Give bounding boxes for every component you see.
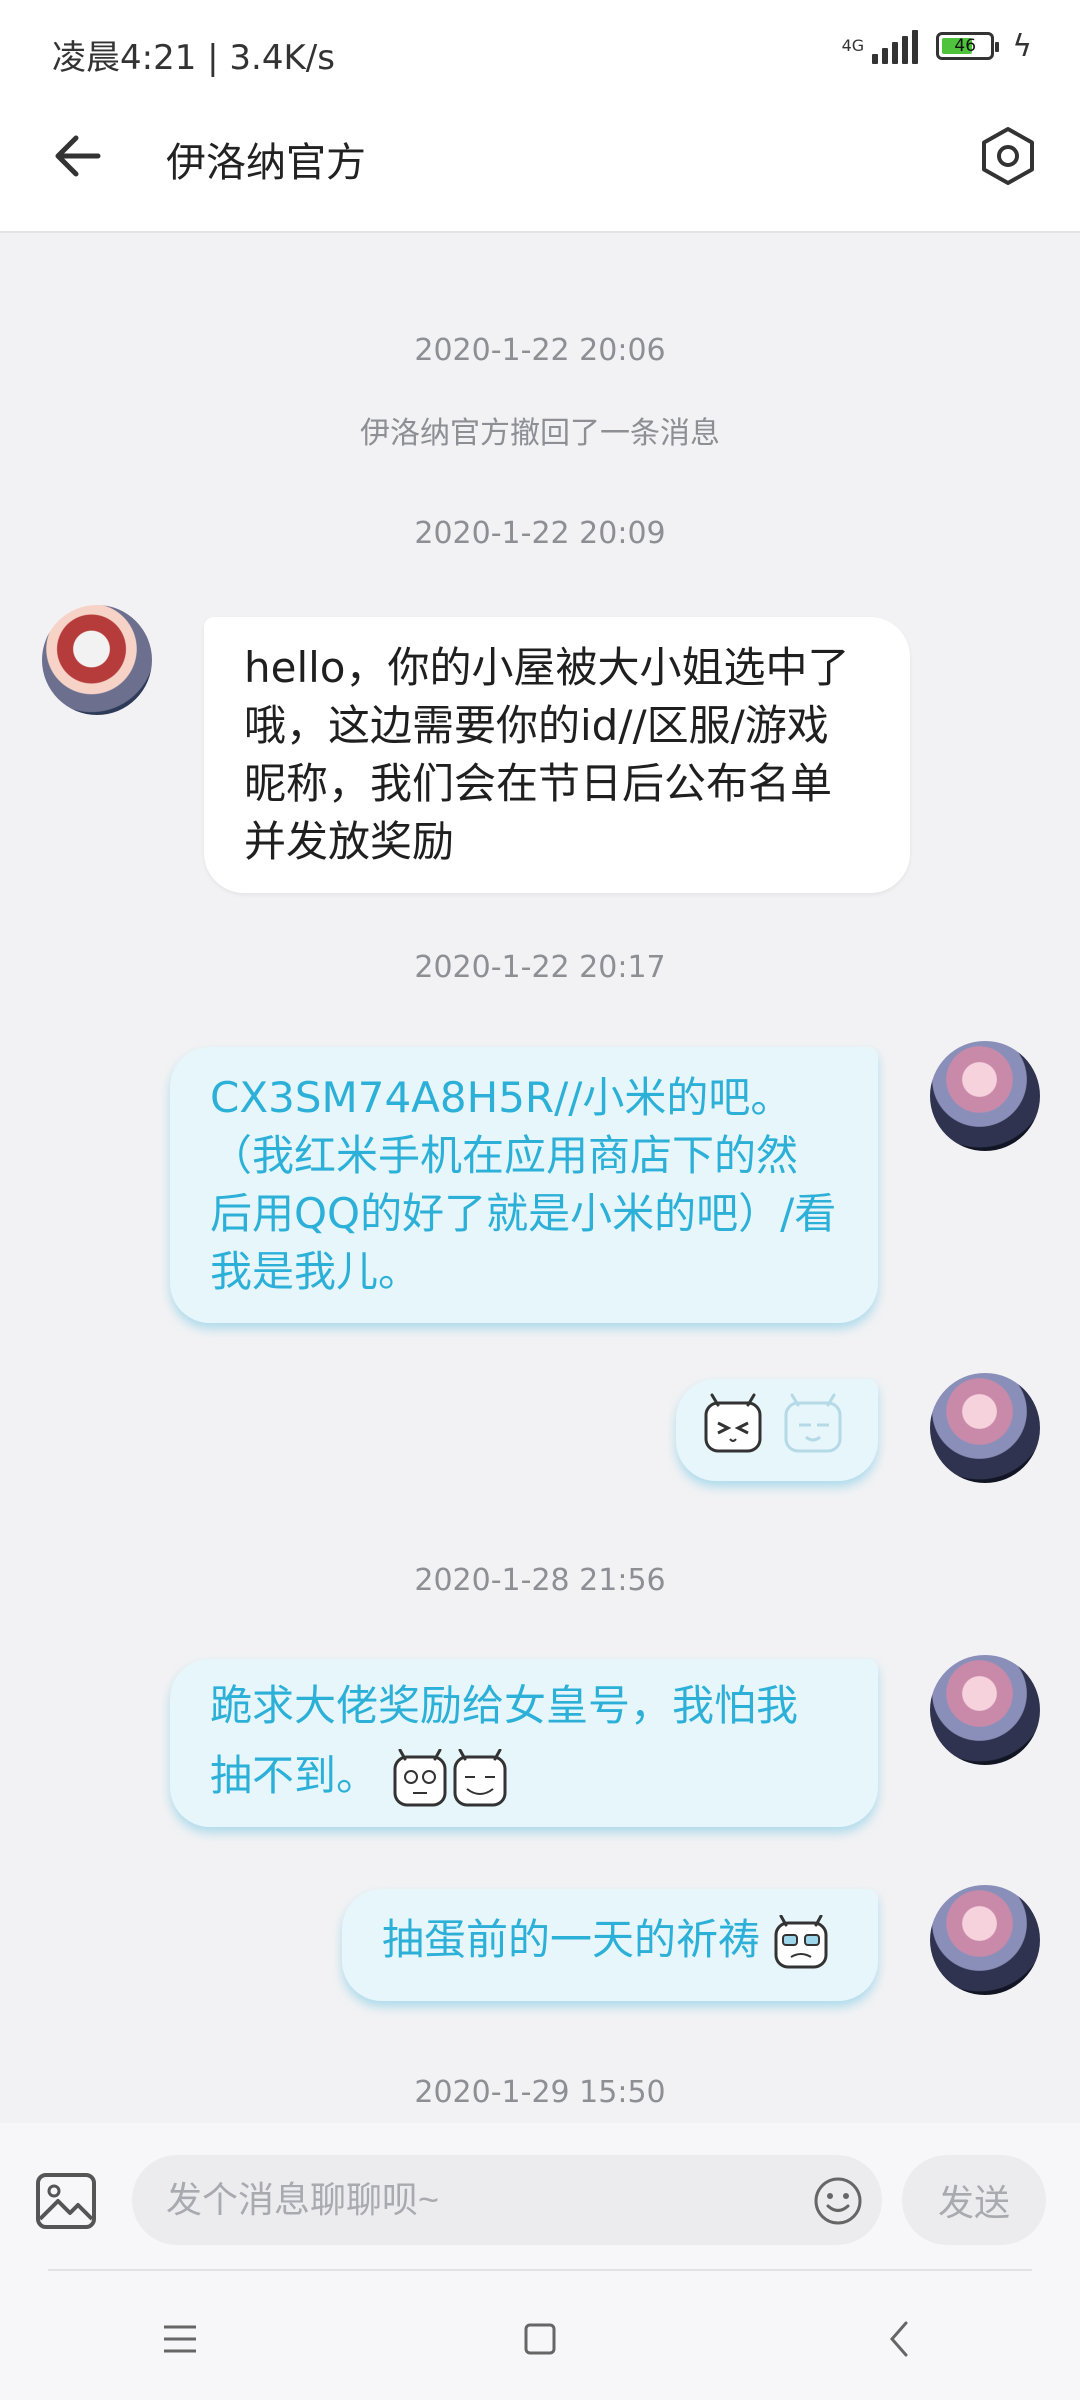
- bilibili-emoji-icons: [704, 1393, 842, 1453]
- divider: [48, 2269, 1032, 2271]
- timestamp: 2020-1-28 21:56: [414, 1563, 666, 1598]
- menu-icon[interactable]: [140, 2299, 220, 2379]
- status-bar: 凌晨4:21 | 3.4K/s 4G 46 ϟ: [0, 0, 1080, 100]
- settings-icon[interactable]: [976, 124, 1040, 188]
- timestamp: 2020-1-29 15:50: [414, 2075, 666, 2110]
- send-button[interactable]: 发送: [902, 2155, 1046, 2245]
- battery-icon: 46: [936, 32, 1000, 60]
- my-avatar[interactable]: [930, 1373, 1040, 1483]
- outgoing-emoji-message[interactable]: [676, 1379, 878, 1481]
- timestamp: 2020-1-22 20:09: [414, 516, 666, 551]
- message-input[interactable]: [132, 2155, 882, 2245]
- battery-level: 46: [954, 36, 977, 56]
- home-icon[interactable]: [500, 2299, 580, 2379]
- page-title: 伊洛纳官方: [166, 140, 366, 186]
- chevron-back-icon[interactable]: [860, 2299, 940, 2379]
- my-avatar[interactable]: [930, 1655, 1040, 1765]
- signal-icon: [872, 28, 919, 64]
- status-icons: 4G 46 ϟ: [842, 28, 1032, 64]
- outgoing-message[interactable]: 跪求大佬奖励给女皇号，我怕我抽不到。: [170, 1659, 878, 1827]
- message-list[interactable]: 2020-1-22 20:06 伊洛纳官方撤回了一条消息 2020-1-22 2…: [0, 233, 1080, 2123]
- composer-bar: 发送: [0, 2123, 1080, 2400]
- message-input-wrapper: [132, 2155, 882, 2245]
- outgoing-message[interactable]: CX3SM74A8H5R//小米的吧。（我红米手机在应用商店下的然后用QQ的好了…: [170, 1047, 878, 1323]
- image-icon[interactable]: [34, 2169, 98, 2233]
- outgoing-message[interactable]: 抽蛋前的一天的祈祷: [342, 1889, 878, 2001]
- chat-header: 伊洛纳官方: [0, 100, 1080, 233]
- bilibili-emoji-icon: [774, 1914, 828, 1968]
- incoming-message[interactable]: hello，你的小屋被大小姐选中了哦，这边需要你的id//区服/游戏昵称，我们会…: [204, 617, 910, 893]
- status-time-speed: 凌晨4:21 | 3.4K/s: [52, 38, 335, 78]
- arrow-left-icon[interactable]: [48, 126, 108, 186]
- my-avatar[interactable]: [930, 1041, 1040, 1151]
- timestamp: 2020-1-22 20:06: [414, 333, 666, 368]
- smiley-icon[interactable]: [812, 2175, 864, 2227]
- timestamp: 2020-1-22 20:17: [414, 950, 666, 985]
- message-text: 抽蛋前的一天的祈祷: [382, 1915, 761, 1964]
- bilibili-emoji-icons: [393, 1748, 507, 1806]
- my-avatar[interactable]: [930, 1885, 1040, 1995]
- system-nav-bar: [0, 2291, 1080, 2387]
- system-message: 伊洛纳官方撤回了一条消息: [360, 416, 720, 451]
- network-label: 4G: [841, 36, 865, 55]
- charging-icon: ϟ: [1012, 28, 1032, 64]
- sender-avatar[interactable]: [42, 605, 152, 715]
